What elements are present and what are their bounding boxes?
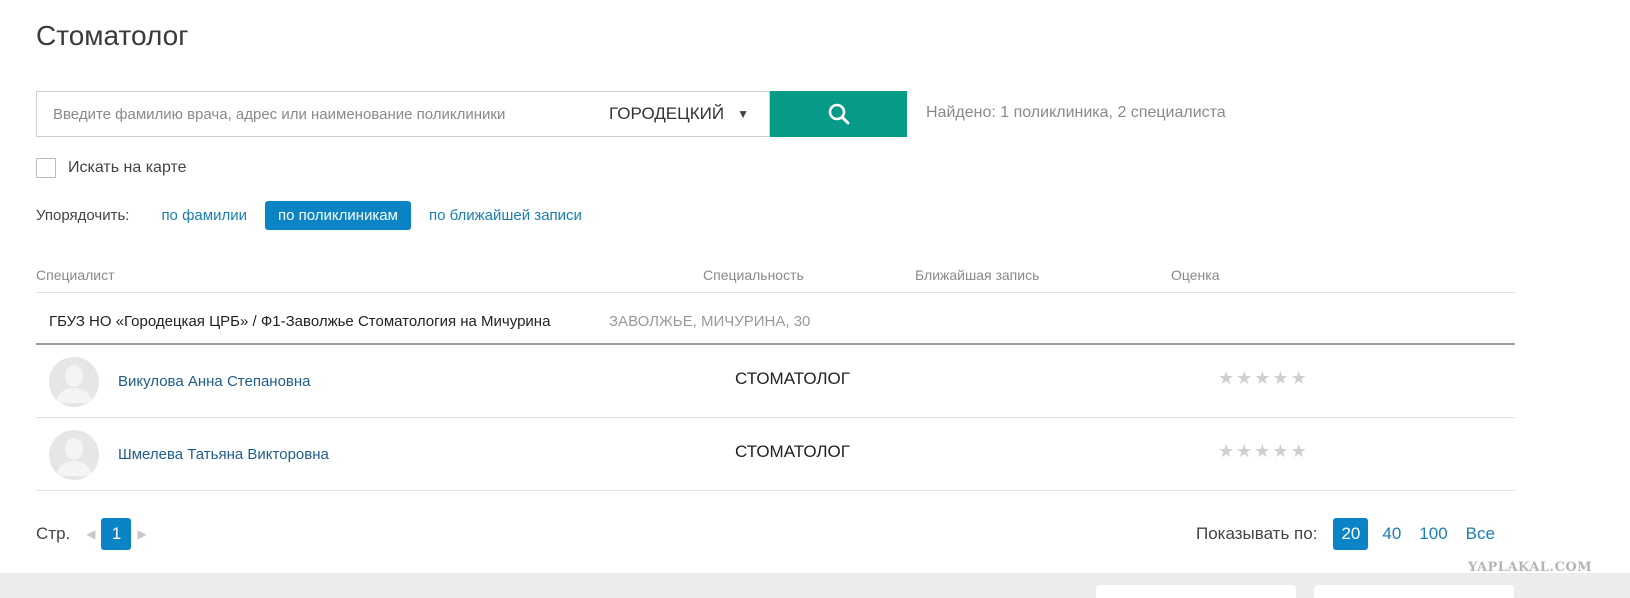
per-page-label: Показывать по: (1196, 524, 1318, 543)
caret-down-icon: ▼ (737, 107, 749, 121)
city-select[interactable]: ГОРОДЕЦКИЙ ▼ (589, 92, 769, 136)
star-icon[interactable]: ★ (1218, 442, 1234, 460)
sort-by-surname[interactable]: по фамилии (159, 207, 249, 224)
watermark: YAPLAKAL.COM (1468, 560, 1593, 575)
doctor-specialty: СТОМАТОЛОГ (735, 369, 850, 388)
sort-bar: Упорядочить: по фамилии по поликлиникам … (36, 200, 600, 230)
clinic-name: ГБУЗ НО «Городецкая ЦРБ» / Ф1-Заволжье С… (49, 313, 551, 330)
header-nearest: Ближайшая запись (915, 267, 1040, 283)
page-number-current[interactable]: 1 (101, 518, 132, 550)
star-icon[interactable]: ★ (1272, 442, 1288, 460)
star-icon[interactable]: ★ (1291, 369, 1307, 387)
per-page-20[interactable]: 20 (1333, 518, 1369, 550)
pagination: Стр. ◀ 1 ▶ (36, 518, 147, 550)
header-specialist: Специалист (36, 267, 115, 283)
per-page-40[interactable]: 40 (1382, 524, 1401, 544)
map-search-toggle[interactable]: Искать на карте (36, 158, 187, 178)
doctor-name-link[interactable]: Шмелева Татьяна Викторовна (118, 446, 329, 463)
star-icon[interactable]: ★ (1218, 369, 1234, 387)
per-page-selector: Показывать по: 20 40 100 Все (1196, 518, 1513, 550)
star-icon[interactable]: ★ (1254, 369, 1270, 387)
footer-panel (1314, 585, 1514, 598)
header-rating: Оценка (1171, 267, 1220, 283)
table-header: Специалист Специальность Ближайшая запис… (36, 258, 1515, 293)
doctor-name-link[interactable]: Викулова Анна Степановна (118, 373, 311, 390)
search-icon (828, 103, 849, 125)
table-row: Викулова Анна Степановна СТОМАТОЛОГ ★ ★ … (36, 345, 1515, 418)
sort-by-clinic[interactable]: по поликлиникам (264, 200, 411, 230)
header-specialty: Специальность (703, 267, 804, 283)
per-page-100[interactable]: 100 (1419, 524, 1447, 544)
rating-stars[interactable]: ★ ★ ★ ★ ★ (1218, 442, 1307, 460)
footer-panel (1096, 585, 1296, 598)
star-icon[interactable]: ★ (1254, 442, 1270, 460)
sort-label: Упорядочить: (36, 206, 130, 224)
user-silhouette-icon (49, 357, 99, 407)
results-count: Найдено: 1 поликлиника, 2 специалиста (926, 104, 1226, 121)
triangle-left-icon[interactable]: ◀ (86, 527, 95, 541)
clinic-row: ГБУЗ НО «Городецкая ЦРБ» / Ф1-Заволжье С… (36, 293, 1515, 345)
rating-stars[interactable]: ★ ★ ★ ★ ★ (1218, 369, 1307, 387)
pagination-label: Стр. (36, 524, 71, 543)
clinic-address: ЗАВОЛЖЬЕ, МИЧУРИНА, 30 (609, 313, 811, 330)
table-row: Шмелева Татьяна Викторовна СТОМАТОЛОГ ★ … (36, 418, 1515, 491)
search-input[interactable] (37, 92, 589, 136)
user-silhouette-icon (49, 430, 99, 480)
map-search-label: Искать на карте (68, 159, 187, 176)
star-icon[interactable]: ★ (1236, 442, 1252, 460)
page-title: Стоматолог (36, 20, 189, 51)
search-button[interactable] (770, 91, 907, 137)
search-bar: ГОРОДЕЦКИЙ ▼ (36, 91, 907, 137)
search-box: ГОРОДЕЦКИЙ ▼ (36, 91, 770, 137)
triangle-right-icon[interactable]: ▶ (137, 527, 146, 541)
city-select-value: ГОРОДЕЦКИЙ (609, 104, 725, 123)
doctor-specialty: СТОМАТОЛОГ (735, 442, 850, 461)
star-icon[interactable]: ★ (1236, 369, 1252, 387)
specialists-table: Специалист Специальность Ближайшая запис… (36, 258, 1515, 491)
avatar (49, 357, 99, 407)
star-icon[interactable]: ★ (1291, 442, 1307, 460)
per-page-all[interactable]: Все (1466, 524, 1495, 544)
avatar (49, 430, 99, 480)
map-search-checkbox[interactable] (36, 158, 56, 178)
sort-by-nearest[interactable]: по ближайшей записи (427, 207, 584, 224)
star-icon[interactable]: ★ (1272, 369, 1288, 387)
